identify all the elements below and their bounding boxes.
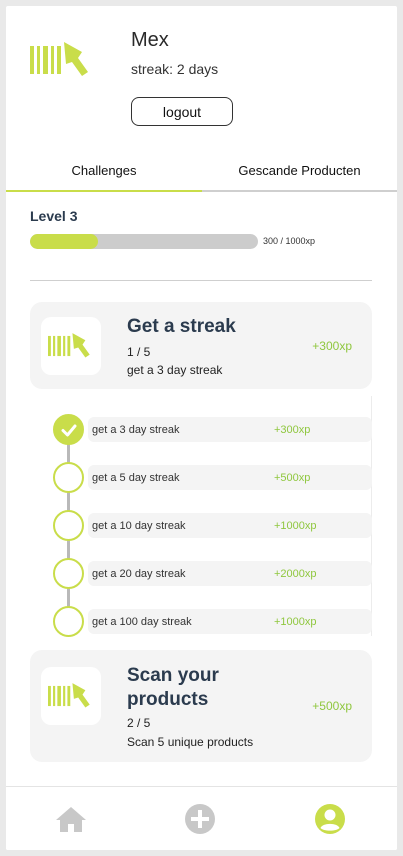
tab-challenges[interactable]: Challenges: [6, 151, 202, 190]
username: Mex: [131, 29, 169, 51]
step-item: get a 3 day streak +300xp: [36, 414, 372, 445]
streak-text: streak: 2 days: [131, 61, 219, 77]
xp-text: 300 / 1000xp: [263, 236, 316, 246]
step-xp: +1000xp: [274, 520, 317, 532]
step-xp: +500xp: [274, 472, 311, 484]
challenge-progress: 1 / 5: [127, 345, 151, 359]
check-circle-icon: [53, 414, 84, 445]
empty-circle-icon: [53, 558, 84, 589]
challenge-description: get a 3 day streak: [127, 363, 223, 377]
tab-bar: Challenges Gescande Producten: [6, 151, 397, 192]
challenge-title: Scan your products: [127, 665, 219, 710]
step-xp: +300xp: [274, 424, 311, 436]
empty-circle-icon: [53, 462, 84, 493]
logout-button[interactable]: logout: [131, 97, 233, 126]
step-item: get a 20 day streak +2000xp: [36, 558, 372, 589]
challenge-progress: 2 / 5: [127, 716, 151, 730]
divider: [30, 280, 372, 281]
step-xp: +2000xp: [274, 568, 317, 580]
step-label: get a 100 day streak: [92, 616, 192, 628]
step-label: get a 10 day streak: [92, 520, 186, 532]
challenge-reward: +500xp: [312, 699, 352, 713]
active-tab-indicator: [6, 190, 202, 192]
step-label: get a 5 day streak: [92, 472, 180, 484]
step-label: get a 20 day streak: [92, 568, 186, 580]
step-item: get a 10 day streak +1000xp: [36, 510, 372, 541]
challenge-card-streak[interactable]: Get a streak 1 / 5 get a 3 day streak +3…: [30, 302, 372, 389]
step-item: get a 5 day streak +500xp: [36, 462, 372, 493]
step-item: get a 100 day streak +1000xp: [36, 606, 372, 637]
barcode-scanner-icon: [30, 38, 94, 82]
empty-circle-icon: [53, 510, 84, 541]
challenge-description: Scan 5 unique products: [127, 735, 254, 749]
home-icon[interactable]: [53, 801, 89, 837]
xp-progress-bar: [30, 234, 258, 249]
tab-scanned-products[interactable]: Gescande Producten: [202, 151, 397, 190]
empty-circle-icon: [53, 606, 84, 637]
step-label: get a 3 day streak: [92, 424, 180, 436]
challenge-card-scan[interactable]: Scan your products 2 / 5 Scan 5 unique p…: [30, 650, 372, 762]
barcode-scanner-icon: [41, 667, 101, 725]
step-xp: +1000xp: [274, 616, 317, 628]
level-title: Level 3: [30, 208, 78, 224]
add-circle-icon[interactable]: [182, 801, 218, 837]
app-frame: Mex streak: 2 days logout Challenges Ges…: [6, 6, 397, 850]
challenge-reward: +300xp: [312, 339, 352, 353]
challenge-steps: get a 3 day streak +300xp get a 5 day st…: [36, 396, 372, 637]
challenge-title: Get a streak: [127, 316, 236, 337]
bottom-nav: [6, 786, 397, 850]
profile-icon[interactable]: [312, 801, 348, 837]
barcode-scanner-icon: [41, 317, 101, 375]
xp-progress-fill: [30, 234, 99, 249]
